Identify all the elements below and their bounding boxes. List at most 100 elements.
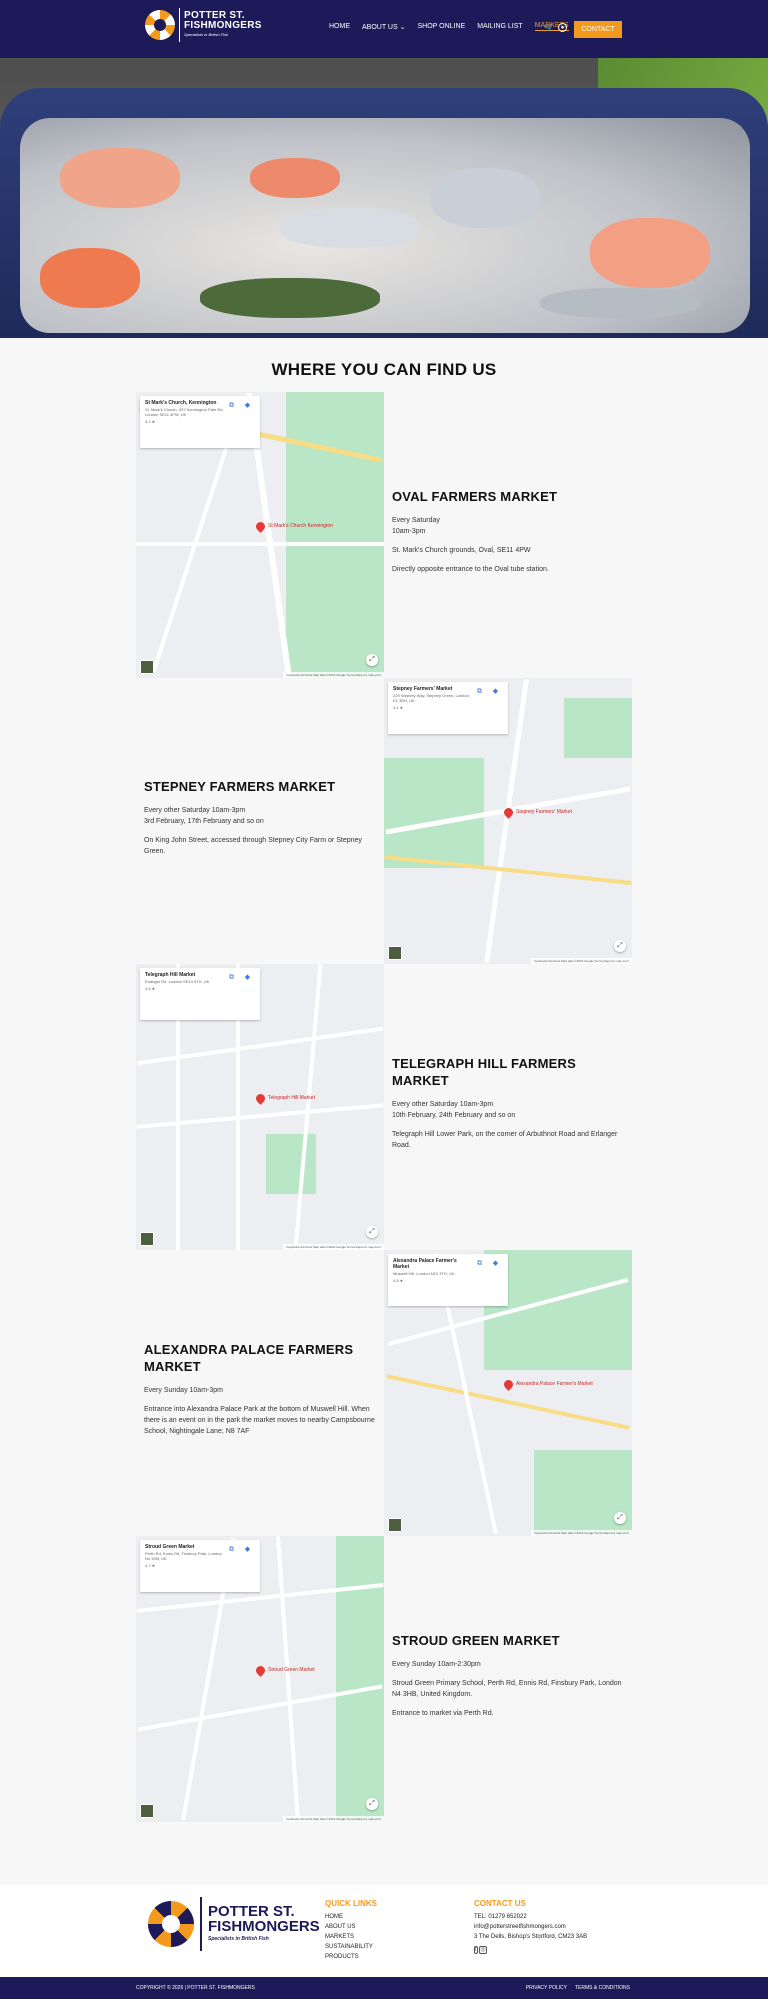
directions-icon[interactable]: ◆ (244, 974, 251, 981)
map-oval[interactable]: St Mark's Church, Kennington St. Mark's … (136, 392, 384, 678)
social-links: f ◎ (474, 1945, 587, 1955)
hero-salmon (250, 158, 340, 198)
logo-line2: FISHMONGERS (208, 1918, 320, 1935)
hero-samphire (200, 278, 380, 318)
footer-link-sustainability[interactable]: SUSTAINABILITY (325, 1942, 377, 1952)
instagram-icon[interactable]: ◎ (479, 1946, 487, 1954)
map-pin-label: Alexandra Palace Farmer's Market (516, 1381, 593, 1387)
market-name: TELEGRAPH HILL FARMERS MARKET (392, 1056, 577, 1088)
map-satellite-toggle[interactable] (140, 1232, 154, 1246)
directions-icon[interactable]: ◆ (492, 688, 499, 695)
map-info-card[interactable]: St Mark's Church, Kennington St. Mark's … (140, 396, 260, 448)
directions-icon[interactable]: ◆ (244, 402, 251, 409)
map-stepney[interactable]: Stepney Farmers' Market 229 Stepney Way,… (384, 678, 632, 964)
footer-link-about-us[interactable]: ABOUT US (325, 1922, 377, 1932)
nav-mailing-list[interactable]: MAILING LIST (477, 23, 523, 30)
map-alexandra-palace[interactable]: Alexandra Palace Farmer's Market Muswell… (384, 1250, 632, 1536)
market-name: OVAL FARMERS MARKET (392, 488, 558, 504)
map-card-title: St Mark's Church, Kennington (145, 400, 217, 406)
contact-address: 3 The Dells, Bishop's Stortford, CM23 3A… (474, 1934, 588, 1940)
map-info-card[interactable]: Telegraph Hill Market Erlanger Rd, Londo… (140, 968, 260, 1020)
nav-about-us[interactable]: ABOUT US ⌄ (362, 23, 405, 31)
map-fullscreen-icon[interactable]: ⤢ (614, 1512, 626, 1524)
hero-crab (40, 248, 140, 308)
contact-button[interactable]: CONTACT (574, 21, 622, 38)
nav-shop-online[interactable]: SHOP ONLINE (417, 23, 465, 30)
map-fullscreen-icon[interactable]: ⤢ (366, 1798, 378, 1810)
header-icons: 🛒 ● (544, 23, 567, 32)
terms-link[interactable]: TERMS & CONDITIONS (575, 1985, 630, 1991)
directions-icon[interactable]: ◆ (244, 1546, 251, 1553)
map-card-rating: 4.6 ★ (145, 986, 156, 991)
map-road (384, 855, 632, 885)
map-fullscreen-icon[interactable]: ⤢ (614, 940, 626, 952)
market-alexandra-palace: ALEXANDRA PALACE FARMERS MARKET Every Su… (136, 1250, 632, 1536)
market-address: Telegraph Hill Lower Park, on the corner… (392, 1131, 618, 1149)
map-telegraph-hill[interactable]: Telegraph Hill Market Erlanger Rd, Londo… (136, 964, 384, 1250)
nav-home[interactable]: HOME (329, 23, 350, 30)
market-info: OVAL FARMERS MARKET Every Saturday 10am-3… (384, 392, 632, 678)
site-logo[interactable]: POTTER ST. FISHMONGERS Specialists in Br… (145, 8, 262, 42)
map-card-address: Perth Rd, Ennis Rd, Finsbury Park, Londo… (145, 1551, 222, 1561)
map-satellite-toggle[interactable] (388, 1518, 402, 1532)
main-nav: HOME ABOUT US ⌄ SHOP ONLINE MAILING LIST… (329, 22, 581, 31)
footer-logo[interactable]: POTTER ST. FISHMONGERS Specialists in Br… (148, 1897, 320, 1951)
map-card-rating: 4.7 ★ (145, 1563, 156, 1568)
open-in-maps-icon[interactable]: ⧉ (476, 688, 483, 695)
map-stroud-green[interactable]: Stroud Green Market Perth Rd, Ennis Rd, … (136, 1536, 384, 1822)
map-fullscreen-icon[interactable]: ⤢ (366, 654, 378, 666)
open-in-maps-icon[interactable]: ⧉ (228, 1546, 235, 1553)
map-info-card[interactable]: Alexandra Palace Farmer's Market Muswell… (388, 1254, 508, 1306)
map-pin-label: Stroud Green Market (268, 1667, 315, 1673)
map-attribution: Keyboard shortcuts Map data ©2024 Google… (283, 1816, 384, 1822)
open-in-maps-icon[interactable]: ⧉ (228, 402, 235, 409)
map-satellite-toggle[interactable] (388, 946, 402, 960)
contact-title: CONTACT US (474, 1899, 526, 1908)
contact-email[interactable]: info@potterstreetfishmongers.com (474, 1922, 587, 1932)
page-title: WHERE YOU CAN FIND US (271, 360, 497, 379)
map-road (136, 1103, 384, 1129)
market-telegraph-hill: Telegraph Hill Market Erlanger Rd, Londo… (136, 964, 632, 1250)
map-satellite-toggle[interactable] (140, 660, 154, 674)
map-park (384, 758, 484, 868)
hero-image (0, 58, 768, 338)
quick-links: QUICK LINKS HOME ABOUT US MARKETS SUSTAI… (325, 1899, 377, 1962)
map-satellite-toggle[interactable] (140, 1804, 154, 1818)
market-info: STROUD GREEN MARKET Every Sunday 10am-2:… (384, 1536, 632, 1822)
footer-bottom-bar: COPYRIGHT © 2026 | POTTER ST. FISHMONGER… (0, 1977, 768, 1999)
schedule-line: 10th February, 24th February and so on (392, 1112, 516, 1119)
facebook-icon[interactable]: f (474, 1946, 478, 1954)
map-card-rating: 4.1 ★ (393, 705, 404, 710)
market-address: Entrance into Alexandra Palace Park at t… (144, 1406, 375, 1435)
map-pin-icon[interactable] (254, 1092, 267, 1105)
logo-line2: FISHMONGERS (184, 20, 262, 31)
open-in-maps-icon[interactable]: ⧉ (476, 1260, 483, 1267)
market-address: St. Mark's Church grounds, Oval, SE11 4P… (392, 546, 531, 554)
market-info: ALEXANDRA PALACE FARMERS MARKET Every Su… (136, 1250, 384, 1536)
footer-link-home[interactable]: HOME (325, 1912, 377, 1922)
map-pin-icon[interactable] (502, 1378, 515, 1391)
footer-link-products[interactable]: PRODUCTS (325, 1952, 377, 1962)
market-name: STEPNEY FARMERS MARKET (144, 778, 336, 794)
map-road (136, 542, 384, 546)
market-address: Stroud Green Primary School, Perth Rd, E… (392, 1679, 622, 1698)
user-icon[interactable]: ● (558, 23, 567, 32)
market-schedule: Every Sunday 10am-2:30pm (392, 1660, 481, 1668)
open-in-maps-icon[interactable]: ⧉ (228, 974, 235, 981)
map-card-address: Muswell Hill, London N10 3TG, UK (393, 1271, 455, 1276)
schedule-line: Every other Saturday 10am-3pm (392, 1101, 494, 1108)
map-info-card[interactable]: Stepney Farmers' Market 229 Stepney Way,… (388, 682, 508, 734)
contact-phone[interactable]: TEL: 01279 652022 (474, 1912, 587, 1922)
market-name: STROUD GREEN MARKET (392, 1632, 560, 1648)
map-fullscreen-icon[interactable]: ⤢ (366, 1226, 378, 1238)
hero-scallops (540, 288, 700, 318)
map-info-card[interactable]: Stroud Green Market Perth Rd, Ennis Rd, … (140, 1540, 260, 1592)
map-pin-icon[interactable] (254, 1664, 267, 1677)
footer-link-markets[interactable]: MARKETS (325, 1932, 377, 1942)
privacy-policy-link[interactable]: PRIVACY POLICY (526, 1985, 567, 1991)
map-card-title: Stepney Farmers' Market (393, 686, 453, 692)
directions-icon[interactable]: ◆ (492, 1260, 499, 1267)
schedule-line: 3rd February, 17th February and so on (144, 817, 264, 825)
site-header: POTTER ST. FISHMONGERS Specialists in Br… (0, 0, 768, 58)
cart-icon[interactable]: 🛒 (544, 23, 554, 32)
